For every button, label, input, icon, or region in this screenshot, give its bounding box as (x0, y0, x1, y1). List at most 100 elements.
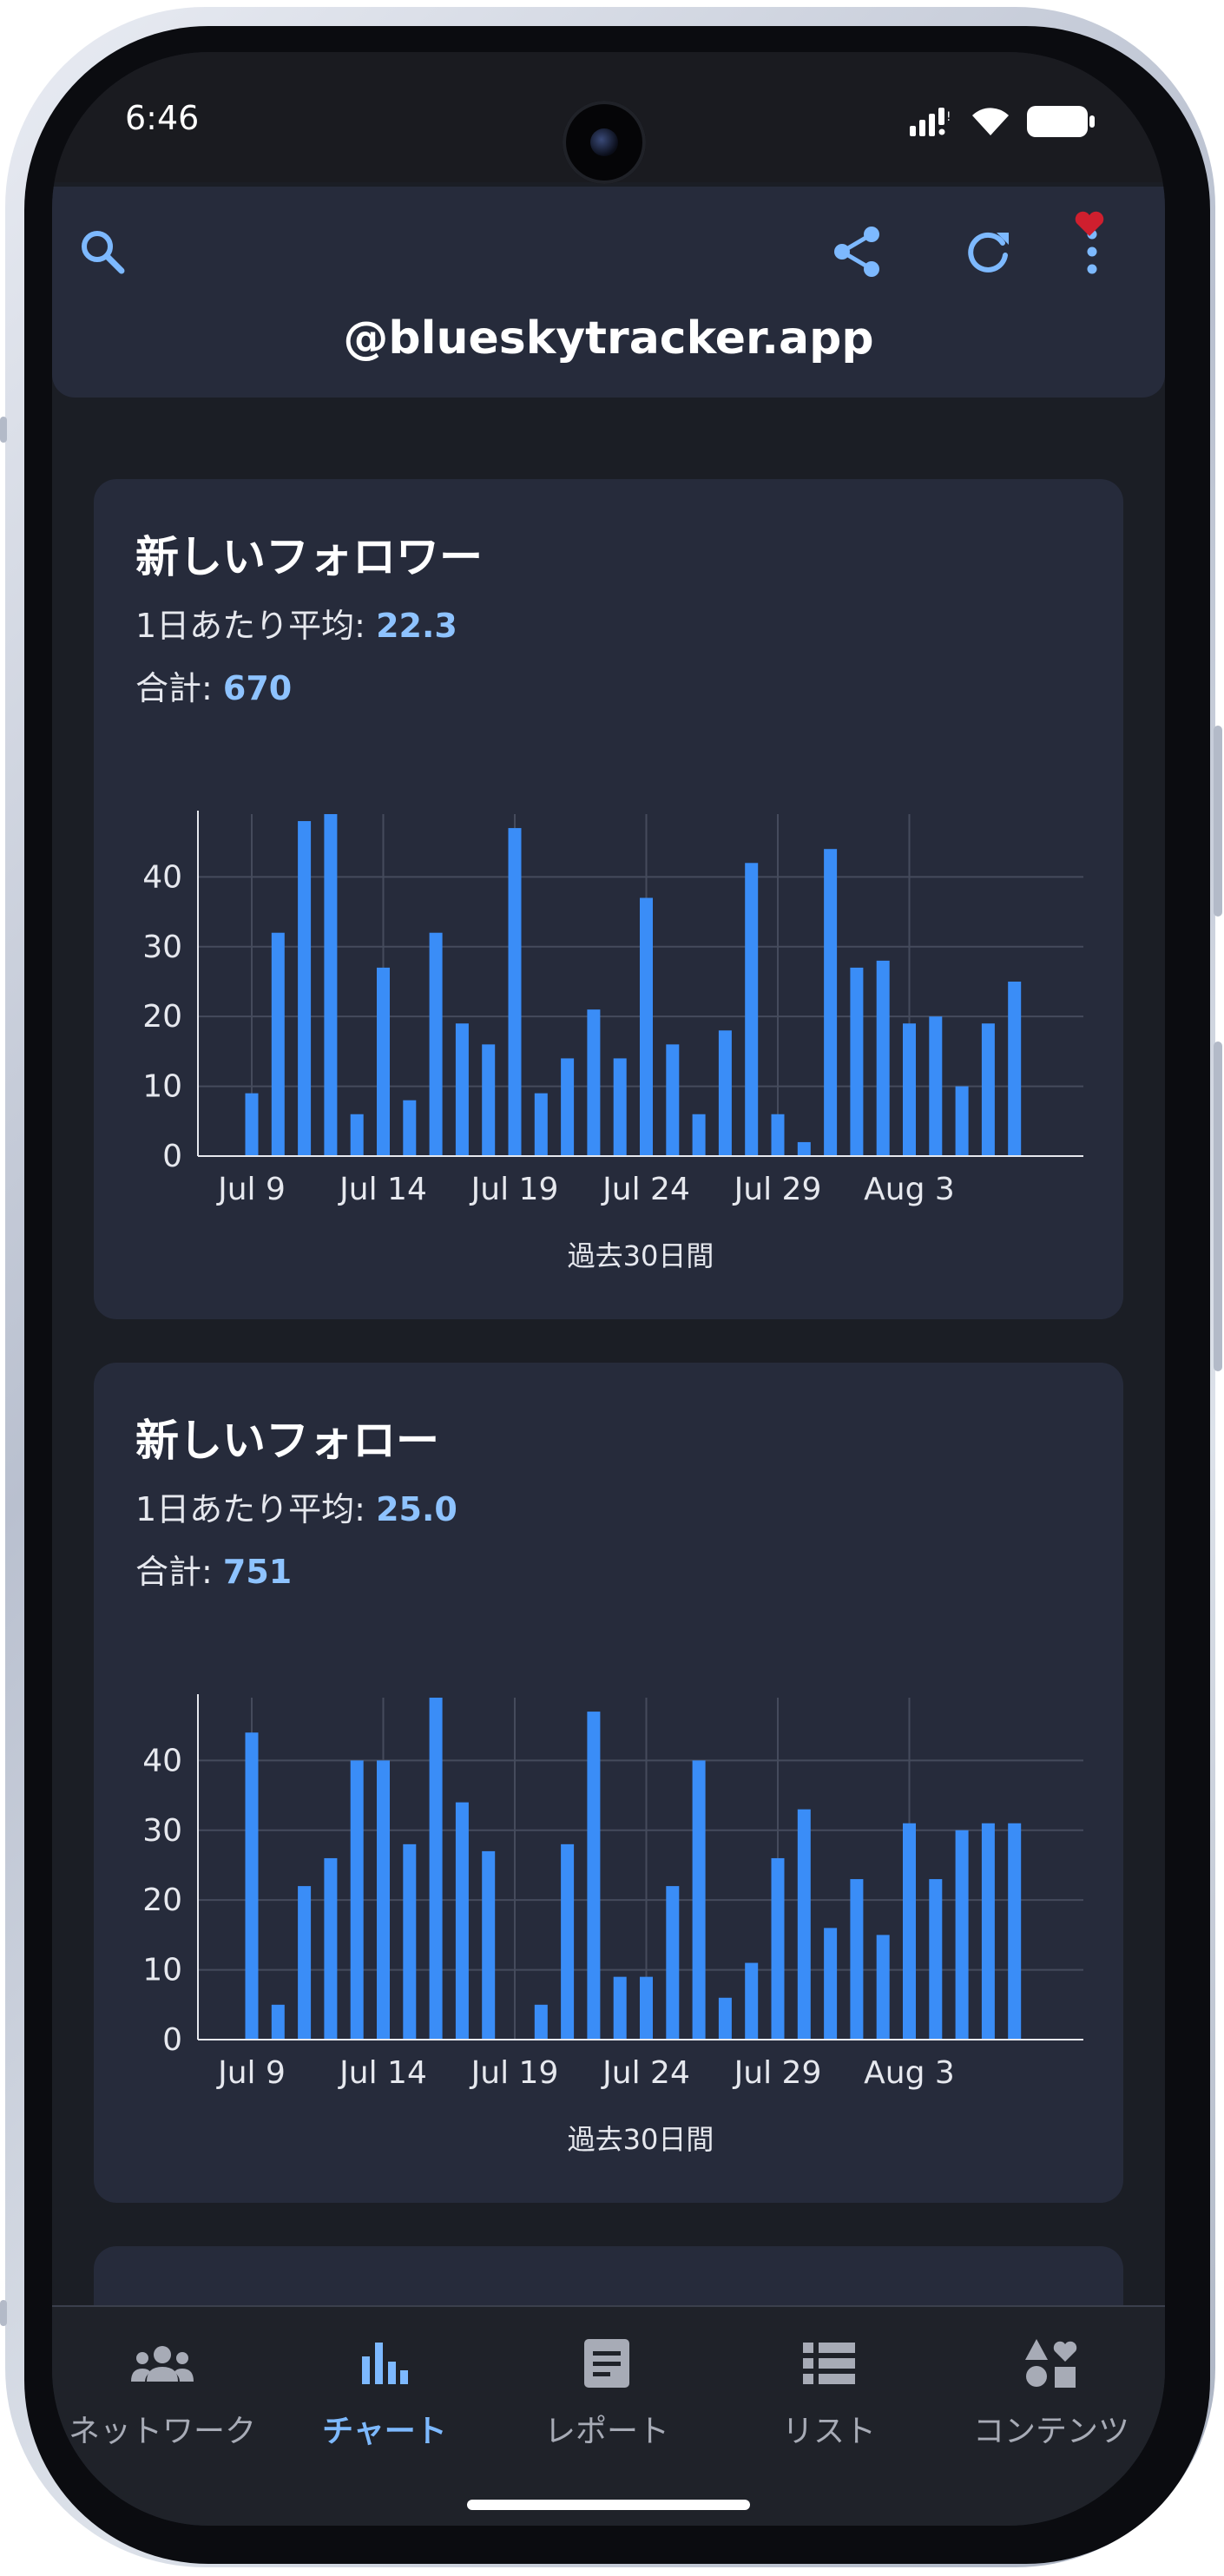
chart-bar (955, 1086, 969, 1156)
chart-bar (929, 1879, 943, 2040)
chart-bar (350, 1760, 364, 2040)
chart-bar (245, 1732, 259, 2040)
y-tick-label: 0 (162, 1139, 182, 1174)
y-tick-label: 40 (142, 859, 182, 895)
chart-bar (771, 1857, 785, 2040)
chart-bar (955, 1830, 969, 2040)
status-bar: 6:46 ! (52, 52, 1165, 184)
chart-bar (245, 1093, 259, 1156)
x-tick-label: Jul 14 (338, 1172, 427, 1207)
signal-icon: ! (910, 108, 951, 136)
nav-content[interactable]: コンテンツ (947, 2333, 1155, 2454)
posts-card: 投稿 (94, 2246, 1123, 2305)
chart-bar (455, 1802, 469, 2040)
home-indicator[interactable] (467, 2500, 750, 2510)
search-button[interactable] (72, 221, 133, 282)
x-tick-label: Jul 29 (733, 1172, 822, 1207)
x-tick-label: Jul 29 (733, 2055, 822, 2091)
chart-bar (850, 1879, 864, 2040)
chart-bar (745, 1962, 759, 2040)
x-tick-label: Jul 24 (601, 2055, 690, 2091)
chart-bar (1008, 981, 1022, 1156)
x-tick-label: Jul 24 (601, 1172, 690, 1207)
chart-bar (718, 1030, 732, 1156)
chart-bar (429, 932, 443, 1156)
phone-device: 6:46 ! @blueskytracker.app 新しいフォロワー 1日あた… (0, 0, 1224, 2576)
svg-text:!: ! (946, 110, 951, 124)
x-tick-label: Jul 19 (470, 2055, 559, 2091)
y-tick-label: 30 (142, 1813, 182, 1849)
chart-bar (718, 1997, 732, 2040)
follows-bar-chart: 0 10 20 30 40 Jul 9 Jul 14 Jul 19 Jul 24 Jul 29 Au… (142, 1694, 1083, 2156)
x-tick-label: Aug 3 (864, 1172, 955, 1207)
x-tick-label: Aug 3 (864, 2055, 955, 2091)
x-tick-label: Jul 9 (216, 2055, 286, 2091)
share-icon (834, 227, 879, 277)
chart-bar (1008, 1823, 1022, 2040)
people-icon (131, 2346, 194, 2382)
chart-bar (271, 2004, 285, 2040)
chart-bar (981, 1023, 995, 1156)
chart-bar (324, 1857, 338, 2040)
nav-network[interactable]: ネットワーク (58, 2333, 267, 2454)
chart-bar (403, 1843, 417, 2040)
bar-chart-icon (362, 2343, 408, 2384)
share-button[interactable] (827, 221, 888, 282)
x-tick-label: Jul 19 (470, 1172, 559, 1207)
refresh-button[interactable] (957, 221, 1018, 282)
chart-bar (903, 1023, 916, 1156)
chart-bar (455, 1023, 469, 1156)
chart-bar (929, 1016, 943, 1156)
chart-bar (298, 821, 312, 1156)
chart-bar (377, 1760, 390, 2040)
wifi-icon (972, 108, 1009, 135)
chart-bar (561, 1058, 575, 1156)
y-tick-label: 10 (142, 1953, 182, 1988)
chart-bar (587, 1712, 601, 2040)
nav-charts[interactable]: チャート (280, 2333, 489, 2454)
chart-bar (797, 1141, 811, 1156)
chart-bar (534, 2004, 548, 2040)
new-follows-card: 新しいフォロー 1日あたり平均: 25.0 合計: 751 0 10 20 30 40 J… (94, 1363, 1123, 2203)
x-axis-label: 過去30日間 (568, 1239, 714, 1272)
nav-label: コンテンツ (972, 2414, 1129, 2449)
chart-bar (429, 1698, 443, 2040)
y-tick-label: 0 (162, 2022, 182, 2058)
chart-bar (350, 1114, 364, 1156)
bottom-navigation: ネットワーク チャート レポート リスト コンテンツ (52, 2305, 1165, 2526)
nav-label: チャート (322, 2414, 447, 2449)
chart-bar (771, 1114, 785, 1156)
card-title: 投稿 (135, 2297, 222, 2305)
chart-bar (613, 1058, 627, 1156)
x-axis-label: 過去30日間 (568, 2123, 714, 2156)
y-tick-label: 30 (142, 930, 182, 965)
search-icon (82, 231, 125, 274)
chart-bar (797, 1809, 811, 2040)
chart-bar (824, 849, 838, 1156)
nav-reports[interactable]: レポート (503, 2333, 711, 2454)
chart-bar (981, 1823, 995, 2040)
chart-bar (613, 1976, 627, 2040)
battery-icon (1027, 106, 1095, 137)
chart-bar (324, 814, 338, 1156)
chart-bar (298, 1886, 312, 2040)
chart-bar (271, 932, 285, 1156)
chart-bar (903, 1823, 916, 2040)
y-tick-label: 20 (142, 999, 182, 1035)
nav-lists[interactable]: リスト (725, 2333, 933, 2454)
nav-label: ネットワーク (68, 2414, 256, 2449)
charts-scroll-area[interactable]: 新しいフォロワー 1日あたり平均: 22.3 合計: 670 0 10 20 30 40… (52, 399, 1165, 2305)
x-tick-label: Jul 14 (338, 2055, 427, 2091)
chart-bar (745, 863, 759, 1156)
list-icon (803, 2343, 855, 2384)
refresh-icon (968, 232, 1009, 273)
status-time: 6:46 (125, 99, 200, 137)
chart-bar (850, 967, 864, 1156)
chart-bar (824, 1928, 838, 2040)
front-camera (563, 101, 646, 184)
y-tick-label: 40 (142, 1743, 182, 1778)
chart-bar (561, 1843, 575, 2040)
y-tick-label: 10 (142, 1069, 182, 1105)
chart-bar (587, 1009, 601, 1156)
app-header: @blueskytracker.app (52, 187, 1165, 398)
